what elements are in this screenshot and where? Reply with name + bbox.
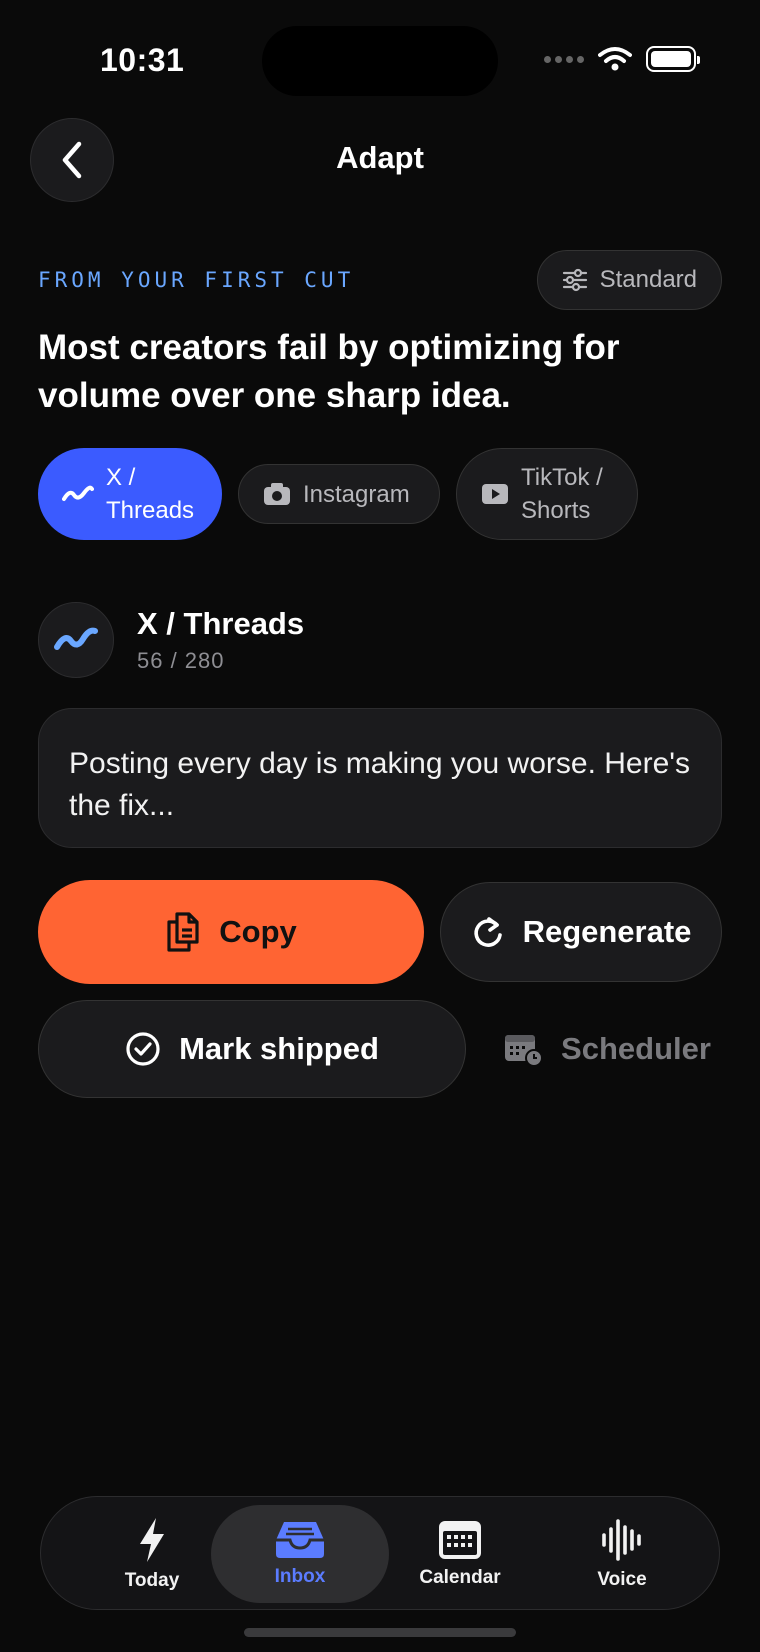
tab-voice[interactable]: Voice xyxy=(533,1505,711,1603)
adapt-screen: 10:31 Adapt FROM YOUR FIRST CUT Standard… xyxy=(0,0,760,1652)
tab-label: Calendar xyxy=(419,1567,501,1588)
platform-chip-label: X / Threads xyxy=(106,464,195,524)
source-headline: Most creators fail by optimizing for vol… xyxy=(38,328,620,415)
calendar-clock-icon xyxy=(505,1035,544,1067)
bolt-icon xyxy=(140,1518,164,1562)
platform-avatar xyxy=(38,602,114,678)
tab-label: Inbox xyxy=(274,1566,326,1587)
dynamic-island xyxy=(262,26,498,96)
source-eyebrow: FROM YOUR FIRST CUT xyxy=(38,268,355,292)
play-icon xyxy=(482,484,508,504)
scheduler-label: Scheduler xyxy=(561,1031,711,1066)
waveform-icon xyxy=(54,627,98,650)
status-icons xyxy=(544,46,700,72)
mark-shipped-button[interactable]: Mark shipped xyxy=(38,1000,466,1098)
tab-inbox[interactable]: Inbox xyxy=(211,1505,389,1603)
tab-bar: Today Inbox Calendar Voice xyxy=(40,1496,720,1610)
platform-chip-label: TikTok / Shorts xyxy=(521,464,603,524)
tab-label: Voice xyxy=(597,1569,647,1590)
page-title: Adapt xyxy=(336,140,424,175)
copy-button[interactable]: Copy xyxy=(38,880,424,984)
status-time: 10:31 xyxy=(100,42,185,78)
tab-label: Today xyxy=(124,1570,180,1591)
camera-icon xyxy=(264,483,290,505)
scheduler-button[interactable]: Scheduler xyxy=(492,1010,722,1088)
platform-chip-tiktok-shorts[interactable]: TikTok / Shorts xyxy=(456,448,638,540)
tone-mode-button[interactable]: Standard xyxy=(536,250,722,310)
copy-label: Copy xyxy=(219,914,297,949)
inbox-tray-icon xyxy=(276,1522,324,1558)
copy-icon xyxy=(167,912,199,952)
platform-name: X / Threads xyxy=(137,606,305,641)
refresh-icon xyxy=(473,917,502,947)
platform-chip-x-threads[interactable]: X / Threads xyxy=(38,448,222,540)
character-count: 56 / 280 xyxy=(137,648,225,673)
check-circle-icon xyxy=(126,1032,160,1066)
battery-icon xyxy=(646,46,700,72)
regenerate-label: Regenerate xyxy=(522,914,692,949)
voice-wave-icon xyxy=(602,1519,641,1561)
draft-text-field[interactable]: Posting every day is making you worse. H… xyxy=(38,708,722,848)
sliders-icon xyxy=(562,268,587,292)
platform-chip-instagram[interactable]: Instagram xyxy=(238,464,440,524)
wifi-icon xyxy=(598,47,632,71)
signal-icon xyxy=(544,55,584,63)
tab-calendar[interactable]: Calendar xyxy=(371,1505,549,1603)
tone-mode-label: Standard xyxy=(599,266,697,293)
mark-shipped-label: Mark shipped xyxy=(179,1031,379,1066)
platform-chip-label: Instagram xyxy=(303,480,410,508)
home-indicator xyxy=(244,1628,516,1637)
waveform-icon xyxy=(62,485,94,501)
calendar-icon xyxy=(439,1521,481,1559)
regenerate-button[interactable]: Regenerate xyxy=(440,882,722,982)
